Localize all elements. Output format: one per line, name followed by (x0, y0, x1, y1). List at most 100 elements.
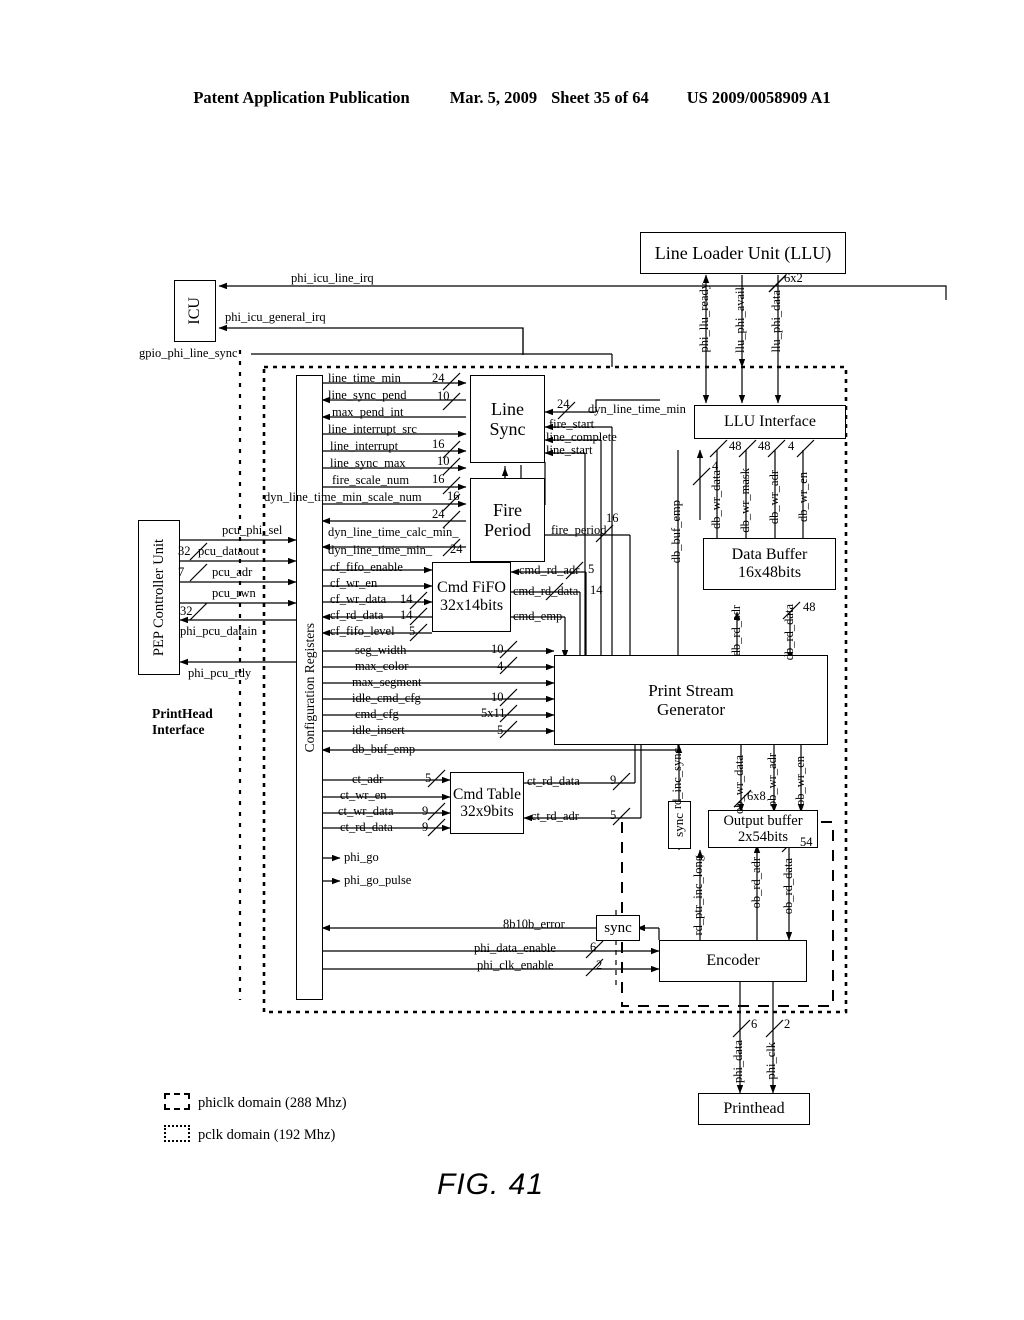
block-data-buffer-label-2: 16x48bits (737, 564, 802, 581)
width-24-dyn-right: 24 (557, 397, 570, 411)
label-fire-period: fire_period (551, 523, 607, 537)
width-5-ct-rd-adr: 5 (610, 808, 617, 822)
label-db-wr-adr: db_wr_adr (767, 470, 781, 525)
block-cmd-fifo-label-2: 32x14bits (439, 597, 504, 614)
header-date: Mar. 5, 2009 (449, 88, 538, 107)
label-line-interrupt-src: line_interrupt_src (328, 422, 417, 436)
width-48-db-wr-mask: 48 (758, 439, 771, 453)
width-54-ob-rd-data: 54 (800, 835, 813, 849)
label-pcu-phi-sel: pcu_phi_sel (222, 523, 283, 537)
label-cf-rd-data: cf_rd_data (330, 608, 384, 622)
label-line-interrupt: line_interrupt (330, 439, 399, 453)
width-5-cmd-rd-adr: 5 (588, 562, 595, 576)
width-32-pcu-dataout: 32 (178, 544, 191, 558)
printhead-interface-caption-line2: Interface (152, 722, 205, 737)
label-8b10b-error: 8b10b_error (503, 917, 565, 931)
label-pcu-adr: pcu_adr (212, 565, 253, 579)
block-encoder: Encoder (659, 940, 807, 982)
width-32-phi-pcu-datain: 32 (180, 604, 193, 618)
width-2-phi-clk: 2 (784, 1017, 791, 1031)
label-line-sync-max: line_sync_max (330, 456, 406, 470)
width-6x8-ob-wr-data: 6x8 (747, 789, 766, 803)
width-7-pcu-adr: 7 (178, 565, 185, 579)
legend-label-pclk: pclk domain (192 Mhz) (198, 1127, 336, 1143)
label-ct-adr: ct_adr (352, 772, 384, 786)
label-dyn-line-time-calc-min: dyn_line_time_calc_min_ (328, 525, 459, 539)
block-sync-bottom: sync (596, 915, 640, 941)
width-14-cf-wr-data: 14 (400, 592, 413, 606)
label-ob-rd-adr: ob_rd_adr (749, 857, 763, 909)
width-48-db-rd-data: 48 (803, 600, 816, 614)
label-db-rd-data: db_rd_data (782, 604, 796, 661)
width-2-phi-clk-enable: 2 (596, 958, 603, 972)
width-6-phi-data: 6 (751, 1017, 758, 1031)
width-9-ct-wr-data: 9 (422, 804, 429, 818)
label-phi-data: phi_data (731, 1040, 745, 1084)
label-dyn-line-time-min-cfg: dyn_line_time_min_ (328, 543, 433, 557)
width-14-cmd-rd-data: 14 (590, 583, 603, 597)
block-line-sync-label-2: Sync (489, 419, 526, 439)
label-line-sync-pend: line_sync_pend (328, 388, 407, 402)
label-cmd-cfg: cmd_cfg (355, 707, 399, 721)
block-line-sync-label-1: Line (491, 398, 524, 419)
block-llu-interface-label: LLU Interface (724, 413, 816, 431)
label-phi-go: phi_go (344, 850, 379, 864)
label-ob-wr-en: ob_wr_en (793, 756, 807, 806)
label-db-buf-emp-vert: db_buf_emp (669, 500, 683, 564)
label-dyn-line-time-min: dyn_line_time_min (588, 402, 686, 416)
width-24-calc-min: 24 (432, 507, 445, 521)
label-cmd-rd-data: cmd_rd_data (513, 584, 579, 598)
label-gpio-phi-line-sync: gpio_phi_line_sync (139, 346, 238, 360)
label-dyn-line-time-min-scale-num: dyn_line_time_min_scale_num (264, 490, 422, 504)
block-fire-period-label-2: Period (484, 520, 531, 540)
width-4-db-wr-en: 4 (788, 439, 795, 453)
label-fire-start: fire_start (549, 417, 595, 431)
width-14-cf-rd-data: 14 (400, 608, 413, 622)
block-config-registers-label: Configuration Registers (301, 622, 317, 753)
label-max-color: max_color (355, 659, 409, 673)
width-5x11-cmd-cfg: 5x11 (481, 706, 506, 720)
label-pcu-dataout: pcu_dataout (198, 544, 260, 558)
block-output-buffer-label-2: 2x54bits (738, 829, 788, 845)
label-phi-icu-general-irq: phi_icu_general_irq (225, 310, 326, 324)
label-ct-rd-data-in: ct_rd_data (340, 820, 393, 834)
page-header: Patent Application Publication Mar. 5, 20… (0, 88, 1024, 108)
label-cf-fifo-level: cf_fifo_level (330, 624, 395, 638)
label-ob-wr-data: ob_wr_data (732, 755, 746, 815)
width-9-ct-rd-data-out: 9 (610, 773, 617, 787)
block-line-loader-unit: Line Loader Unit (LLU) (640, 232, 846, 274)
block-pep-controller-unit: PEP Controller Unit (138, 520, 180, 675)
block-sync-mid-label: sync (671, 813, 687, 837)
label-max-pend-int: max_pend_int (332, 405, 404, 419)
block-sync-bottom-label: sync (604, 919, 632, 936)
label-line-start: line_start (546, 443, 593, 457)
width-10-line-sync-max: 10 (437, 454, 450, 468)
block-cmd-fifo-label-1: Cmd FiFO (437, 579, 506, 597)
width-16-fire-period: 16 (606, 511, 619, 525)
label-llu-phi-avail: llu_phi_avail (733, 287, 747, 353)
width-16-line-interrupt: 16 (432, 437, 445, 451)
label-phi-pcu-rdy: phi_pcu_rdy (188, 666, 252, 680)
label-cmd-rd-adr: cmd_rd_adr (519, 563, 580, 577)
label-rd-ptr-inc-long: rd_ptr_inc_long (691, 855, 705, 936)
width-10-seg-width: 10 (491, 642, 504, 656)
block-pep-label: PEP Controller Unit (150, 538, 167, 657)
label-phi-icu-line-irq: phi_icu_line_irq (291, 271, 374, 285)
width-9-ct-rd-data: 9 (422, 820, 429, 834)
header-patent-number: US 2009/0058909 A1 (686, 88, 831, 107)
block-print-stream-label-1: Print Stream (648, 680, 734, 700)
block-icu: ICU (174, 280, 216, 342)
label-cf-wr-en: cf_wr_en (330, 576, 378, 590)
block-cmd-table-label-1: Cmd Table (453, 785, 521, 803)
label-db-wr-en: db_wr_en (796, 472, 810, 522)
block-cmd-table: Cmd Table 32x9bits (450, 772, 524, 834)
label-ob-wr-adr: ob_wr_adr (765, 753, 779, 808)
header-publication: Patent Application Publication (193, 88, 410, 107)
label-rd-inc-sync: rd_inc_sync (670, 748, 684, 810)
block-fire-period: Fire Period (470, 478, 545, 562)
header-sheet: Sheet 35 of 64 (551, 88, 649, 107)
width-16-scale-num: 16 (447, 489, 460, 503)
label-fire-scale-num: fire_scale_num (332, 473, 410, 487)
label-db-buf-emp-cfg: db_buf_emp (352, 742, 416, 756)
block-data-buffer-label-1: Data Buffer (731, 546, 808, 564)
